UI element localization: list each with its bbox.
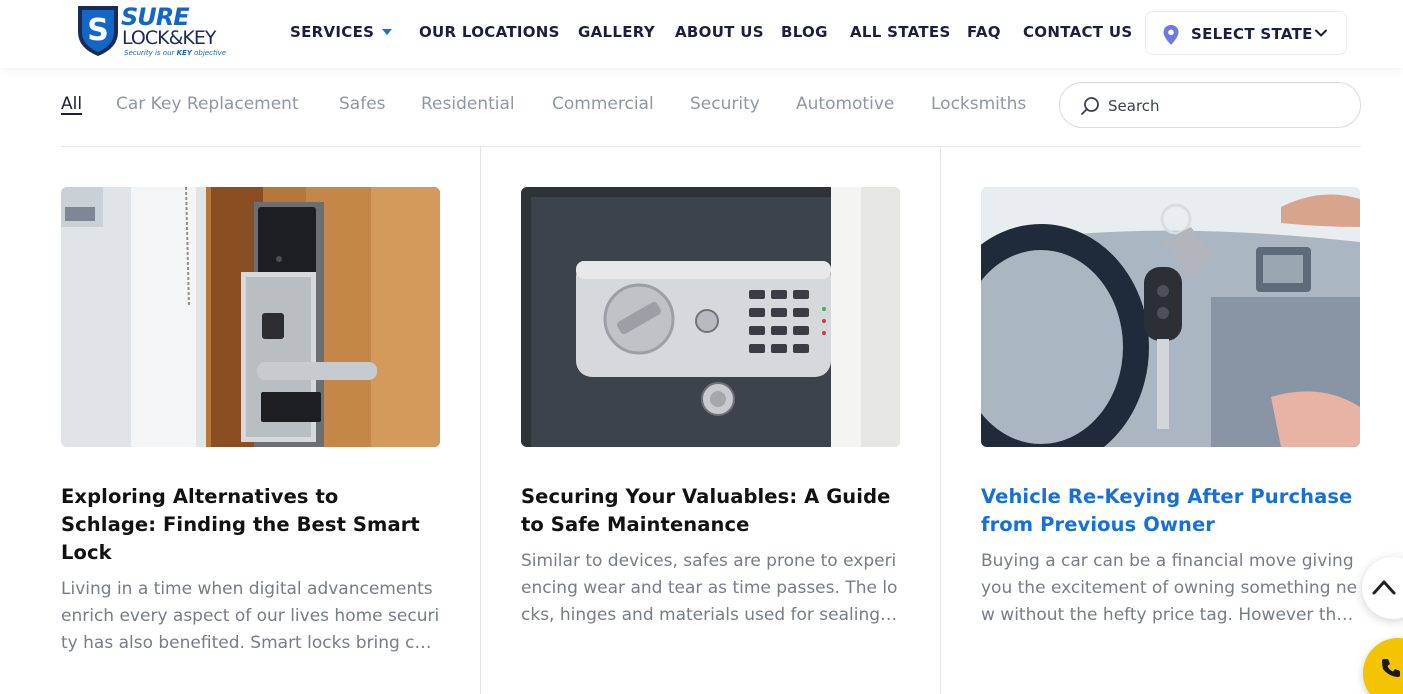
car-key-handover-image: [981, 187, 1360, 447]
filter-security[interactable]: Security: [690, 92, 760, 116]
phone-icon: [1382, 659, 1400, 677]
logo-brand-top: SURE: [121, 3, 190, 31]
filter-all[interactable]: All: [61, 92, 82, 116]
filter-locksmiths[interactable]: Locksmiths: [931, 92, 1026, 116]
post-excerpt: Similar to devices, safes are prone to e…: [521, 551, 898, 625]
filter-safes[interactable]: Safes: [339, 92, 386, 116]
blog-post-card[interactable]: Exploring Alternatives to Schlage: Findi…: [61, 187, 440, 657]
nav-item-gallery[interactable]: GALLERY: [578, 22, 655, 42]
post-title[interactable]: Securing Your Valuables: A Guide to Safe…: [521, 483, 900, 539]
search-icon: [1081, 97, 1099, 115]
select-state-label: SELECT STATE: [1191, 25, 1313, 43]
blog-post-card[interactable]: Vehicle Re-Keying After Purchase from Pr…: [981, 187, 1360, 629]
nav-item-our-locations[interactable]: OUR LOCATIONS: [419, 22, 560, 42]
nav-item-services[interactable]: SERVICES: [290, 22, 393, 42]
svg-text:S: S: [87, 13, 109, 48]
select-state-dropdown[interactable]: SELECT STATE: [1145, 11, 1347, 55]
logo-brand-mid: LOCK&KEY: [122, 27, 216, 49]
post-title[interactable]: Exploring Alternatives to Schlage: Findi…: [61, 483, 440, 567]
smart-door-lock-image: [61, 187, 440, 447]
shield-logo-icon: S: [78, 6, 118, 56]
nav-item-all-states[interactable]: ALL STATES: [850, 22, 951, 42]
chevron-down-icon: [1315, 29, 1327, 37]
call-button[interactable]: [1363, 638, 1403, 694]
chevron-up-icon: [1372, 580, 1396, 595]
blog-post-card[interactable]: Securing Your Valuables: A Guide to Safe…: [521, 187, 900, 629]
logo-tagline: Security is our KEY objective: [124, 49, 227, 57]
caret-down-icon: [382, 29, 393, 35]
post-excerpt: Living in a time when digital advancemen…: [61, 579, 440, 653]
nav-item-blog[interactable]: BLOG: [781, 22, 828, 42]
site-logo[interactable]: S SURE LOCK&KEY Security is our KEY obje…: [74, 2, 244, 60]
column-divider: [940, 147, 941, 694]
nav-item-about-us[interactable]: ABOUT US: [675, 22, 764, 42]
digital-safe-image: [521, 187, 900, 447]
scroll-to-top-button[interactable]: [1362, 557, 1403, 619]
column-divider: [480, 147, 481, 694]
post-thumbnail[interactable]: [61, 187, 440, 447]
nav-item-faq[interactable]: FAQ: [967, 22, 1001, 42]
filter-automotive[interactable]: Automotive: [796, 92, 894, 116]
filter-car-key-replacement[interactable]: Car Key Replacement: [116, 92, 299, 116]
map-pin-icon: [1163, 25, 1179, 45]
blog-search-box: [1059, 82, 1361, 128]
filter-residential[interactable]: Residential: [421, 92, 515, 116]
post-thumbnail[interactable]: [981, 187, 1360, 447]
filter-divider: [61, 146, 1361, 147]
post-title[interactable]: Vehicle Re-Keying After Purchase from Pr…: [981, 483, 1360, 539]
search-input[interactable]: [1108, 93, 1338, 119]
filter-commercial[interactable]: Commercial: [552, 92, 654, 116]
site-header: S SURE LOCK&KEY Security is our KEY obje…: [0, 0, 1403, 68]
nav-item-contact-us[interactable]: CONTACT US: [1023, 22, 1132, 42]
post-thumbnail[interactable]: [521, 187, 900, 447]
post-excerpt: Buying a car can be a financial move giv…: [981, 551, 1358, 625]
